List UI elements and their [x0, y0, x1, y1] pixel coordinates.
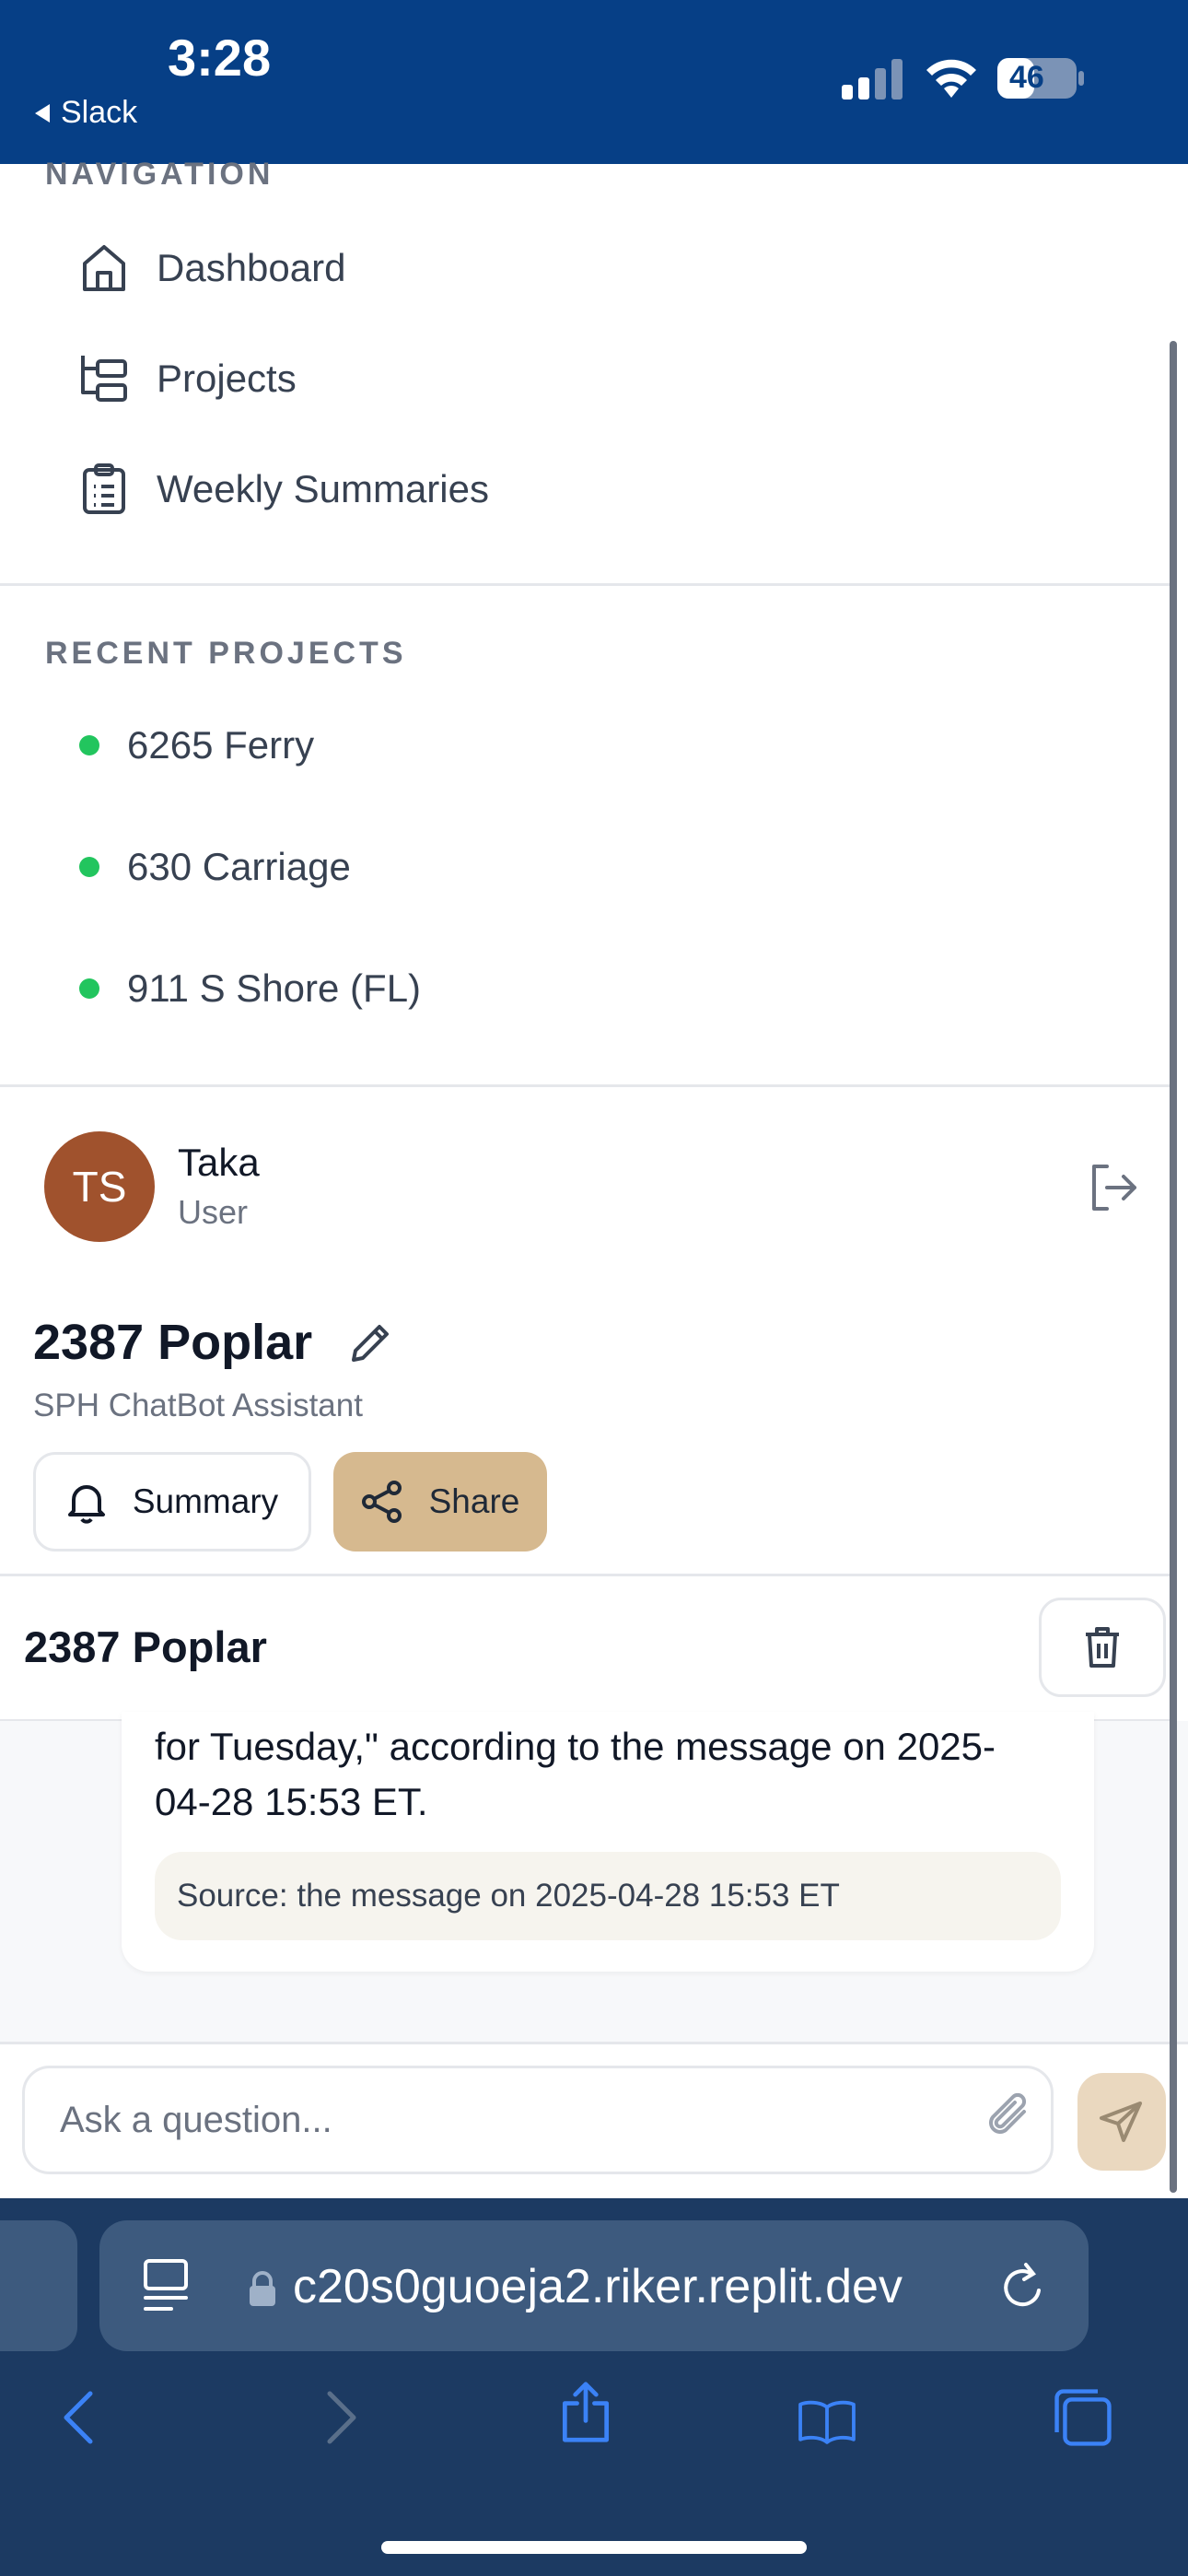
- summary-button-label: Summary: [132, 1482, 279, 1520]
- assistant-message-text: for Tuesday," according to the message o…: [155, 1719, 1066, 1830]
- nav-item-dashboard[interactable]: Dashboard: [77, 241, 345, 295]
- divider: [0, 583, 1177, 586]
- tabs-icon[interactable]: [1054, 2386, 1112, 2449]
- active-status-dot: [79, 735, 99, 755]
- trash-icon: [1086, 1627, 1119, 1668]
- question-input[interactable]: Ask a question...: [22, 2066, 1054, 2174]
- bookmarks-icon[interactable]: [798, 2390, 856, 2453]
- active-status-dot: [79, 857, 99, 877]
- wifi-icon: [926, 59, 976, 98]
- reload-icon[interactable]: [998, 2259, 1050, 2314]
- divider: [0, 1574, 1177, 1576]
- avatar: TS: [44, 1131, 155, 1242]
- home-icon: [83, 245, 125, 291]
- user-role: User: [178, 1193, 249, 1231]
- page-title: 2387 Poplar: [33, 1315, 313, 1370]
- share-sheet-icon[interactable]: [556, 2381, 615, 2443]
- status-time: 3:28: [168, 29, 272, 87]
- summary-button[interactable]: Summary: [33, 1452, 311, 1551]
- nav-item-label: Dashboard: [157, 246, 346, 289]
- recent-project-label: 630 Carriage: [127, 845, 351, 888]
- edit-pencil-icon[interactable]: [346, 1319, 394, 1367]
- recent-projects-section-label: RECENT PROJECTS: [45, 636, 407, 671]
- nav-item-label: Weekly Summaries: [157, 467, 489, 510]
- recent-project-item[interactable]: 630 Carriage: [79, 845, 351, 889]
- active-status-dot: [79, 978, 99, 999]
- scrollbar[interactable]: [1170, 341, 1177, 2193]
- delete-button[interactable]: [1039, 1598, 1166, 1697]
- previous-tab-preview[interactable]: [0, 2220, 77, 2351]
- chat-header-title: 2387 Poplar: [24, 1622, 267, 1671]
- paperclip-icon[interactable]: [987, 2090, 1031, 2141]
- message-line: for Tuesday," according to the message o…: [155, 1725, 996, 1768]
- back-arrow-icon[interactable]: [52, 2386, 111, 2449]
- cellular-signal-icon: [842, 59, 903, 100]
- url-text: c20s0guoeja2.riker.replit.dev: [293, 2260, 903, 2313]
- reader-mode-icon[interactable]: [142, 2255, 193, 2314]
- back-triangle-icon: [35, 103, 50, 123]
- lock-icon: [250, 2271, 275, 2306]
- battery-level: 46: [1009, 60, 1044, 95]
- back-app-label: Slack: [61, 95, 138, 130]
- recent-project-label: 6265 Ferry: [127, 723, 315, 767]
- back-to-app-button[interactable]: Slack: [35, 95, 137, 131]
- recent-project-label: 911 S Shore (FL): [127, 966, 422, 1010]
- bell-icon: [67, 1485, 105, 1524]
- send-icon: [1100, 2102, 1142, 2142]
- message-line: 04-28 15:53 ET.: [155, 1780, 428, 1823]
- source-citation: Source: the message on 2025-04-28 15:53 …: [155, 1852, 1061, 1940]
- nav-item-weekly-summaries[interactable]: Weekly Summaries: [77, 463, 489, 516]
- navigation-section-label: NAVIGATION: [45, 157, 274, 192]
- divider: [0, 1084, 1177, 1087]
- page-subtitle: SPH ChatBot Assistant: [33, 1388, 363, 1423]
- user-name: Taka: [178, 1141, 260, 1184]
- folder-tree-icon: [81, 356, 127, 402]
- share-icon: [361, 1481, 402, 1523]
- home-indicator: [381, 2541, 807, 2554]
- clipboard-list-icon: [83, 463, 125, 514]
- share-button[interactable]: Share: [333, 1452, 547, 1551]
- logout-icon[interactable]: [1085, 1159, 1142, 1216]
- recent-project-item[interactable]: 6265 Ferry: [79, 723, 314, 767]
- share-button-label: Share: [428, 1482, 520, 1520]
- recent-project-item[interactable]: 911 S Shore (FL): [79, 966, 421, 1011]
- nav-item-label: Projects: [157, 357, 297, 400]
- forward-arrow-icon[interactable]: [309, 2386, 368, 2449]
- nav-item-projects[interactable]: Projects: [77, 352, 297, 405]
- send-button[interactable]: [1077, 2073, 1166, 2171]
- battery-indicator: 46: [996, 57, 1085, 100]
